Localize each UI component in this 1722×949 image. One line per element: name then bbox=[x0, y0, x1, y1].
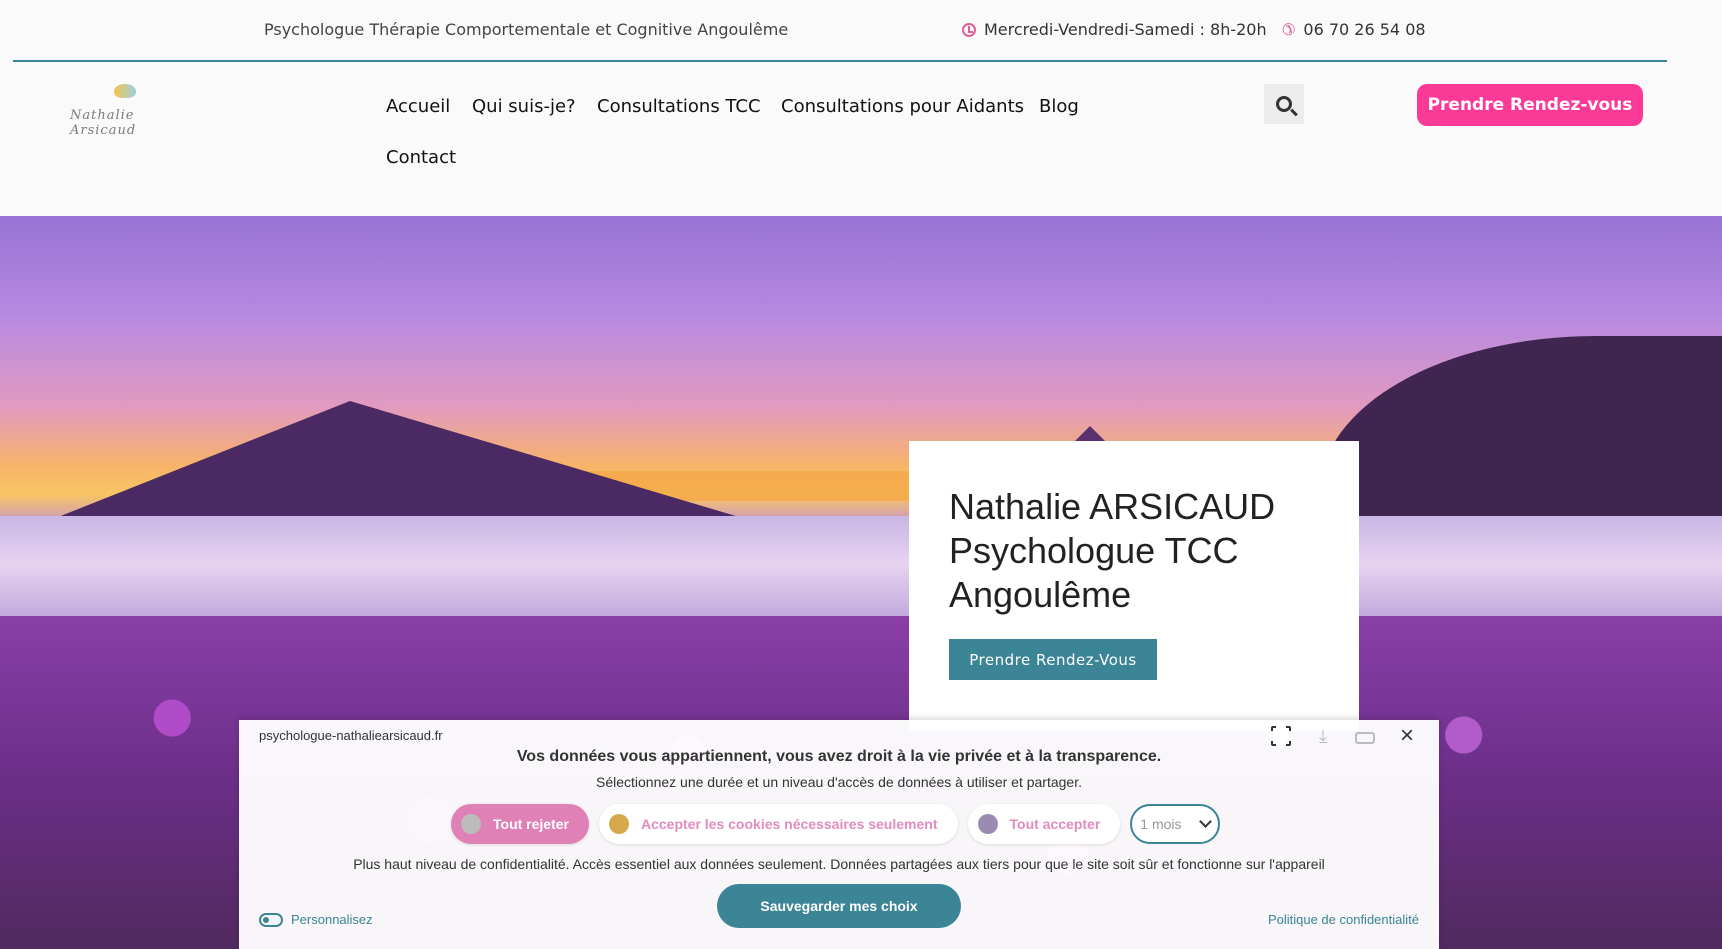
hero-title-line: Nathalie ARSICAUD bbox=[949, 486, 1276, 527]
cookie-site-domain: psychologue-nathaliearsicaud.fr bbox=[259, 728, 443, 743]
nav-consultations-tcc[interactable]: Consultations TCC bbox=[597, 96, 761, 117]
accept-all-label: Tout accepter bbox=[1009, 816, 1101, 832]
search-icon bbox=[1276, 96, 1292, 112]
accept-necessary-button[interactable]: Accepter les cookies nécessaires seuleme… bbox=[598, 804, 958, 844]
opening-hours-text: Mercredi-Vendredi-Samedi : 8h-20h bbox=[984, 20, 1267, 39]
duration-value: 1 mois bbox=[1140, 816, 1182, 832]
nav-contact[interactable]: Contact bbox=[386, 147, 456, 168]
privacy-policy-link[interactable]: Politique de confidentialité bbox=[1268, 912, 1419, 927]
hero-card: Nathalie ARSICAUD Psychologue TCC Angoul… bbox=[909, 441, 1359, 731]
phone-icon: ✆ bbox=[1282, 20, 1296, 39]
nav-qui-suis-je[interactable]: Qui suis-je? bbox=[472, 96, 576, 117]
customize-toggle[interactable]: Personnalisez bbox=[259, 912, 373, 927]
nav-blog[interactable]: Blog bbox=[1039, 96, 1079, 117]
cookie-consent-banner: psychologue-nathaliearsicaud.fr ⤓ × Vos … bbox=[239, 720, 1439, 949]
hero-appointment-button[interactable]: Prendre Rendez-Vous bbox=[949, 639, 1157, 680]
cookie-toolbar: ⤓ × bbox=[1270, 724, 1417, 748]
nav-accueil[interactable]: Accueil bbox=[386, 96, 450, 117]
accept-dot-icon bbox=[977, 814, 998, 834]
cookie-subtitle: Sélectionnez une durée et un niveau d'ac… bbox=[595, 774, 1082, 790]
chevron-down-icon bbox=[1199, 815, 1213, 828]
phone-link[interactable]: ✆ 06 70 26 54 08 bbox=[1282, 20, 1426, 39]
reject-all-label: Tout rejeter bbox=[493, 816, 569, 832]
phone-number[interactable]: 06 70 26 54 08 bbox=[1303, 20, 1425, 39]
accept-necessary-label: Accepter les cookies nécessaires seuleme… bbox=[640, 816, 938, 832]
site-logo[interactable]: Nathalie Arsicaud bbox=[68, 82, 188, 142]
site-header: Nathalie Arsicaud Accueil Qui suis-je? C… bbox=[0, 62, 1722, 216]
header-appointment-button[interactable]: Prendre Rendez-vous bbox=[1417, 84, 1643, 126]
lotus-icon bbox=[114, 84, 136, 98]
nav-consultations-aidants[interactable]: Consultations pour Aidants bbox=[781, 96, 1024, 117]
customize-label: Personnalisez bbox=[291, 912, 373, 927]
print-icon[interactable] bbox=[1355, 732, 1375, 744]
duration-select[interactable]: 1 mois bbox=[1130, 804, 1221, 844]
necessary-dot-icon bbox=[608, 814, 629, 834]
close-icon[interactable]: × bbox=[1397, 724, 1417, 748]
reject-all-button[interactable]: Tout rejeter bbox=[451, 804, 589, 844]
cookie-options: Tout rejeter Accepter les cookies nécess… bbox=[451, 804, 1221, 844]
hero-title: Nathalie ARSICAUD Psychologue TCC Angoul… bbox=[949, 485, 1329, 617]
logo-signature: Nathalie Arsicaud bbox=[70, 108, 137, 138]
expand-icon[interactable] bbox=[1270, 725, 1292, 747]
toggle-icon bbox=[259, 912, 283, 927]
cookie-title: Vos données vous appartiennent, vous ave… bbox=[516, 748, 1162, 765]
accept-all-button[interactable]: Tout accepter bbox=[967, 804, 1121, 844]
clock-icon bbox=[962, 22, 976, 37]
reject-dot-icon bbox=[461, 814, 481, 834]
cookie-description: Plus haut niveau de confidentialité. Acc… bbox=[353, 856, 1325, 872]
hero-title-line: Angoulême bbox=[949, 574, 1132, 615]
opening-hours: Mercredi-Vendredi-Samedi : 8h-20h bbox=[962, 20, 1267, 39]
hero-title-line: Psychologue TCC bbox=[949, 530, 1239, 571]
site-tagline: Psychologue Thérapie Comportementale et … bbox=[264, 20, 789, 39]
save-choices-button[interactable]: Sauvegarder mes choix bbox=[717, 884, 961, 928]
download-icon[interactable]: ⤓ bbox=[1313, 726, 1333, 746]
top-info-bar: Psychologue Thérapie Comportementale et … bbox=[0, 0, 1722, 62]
search-button[interactable] bbox=[1264, 84, 1304, 124]
